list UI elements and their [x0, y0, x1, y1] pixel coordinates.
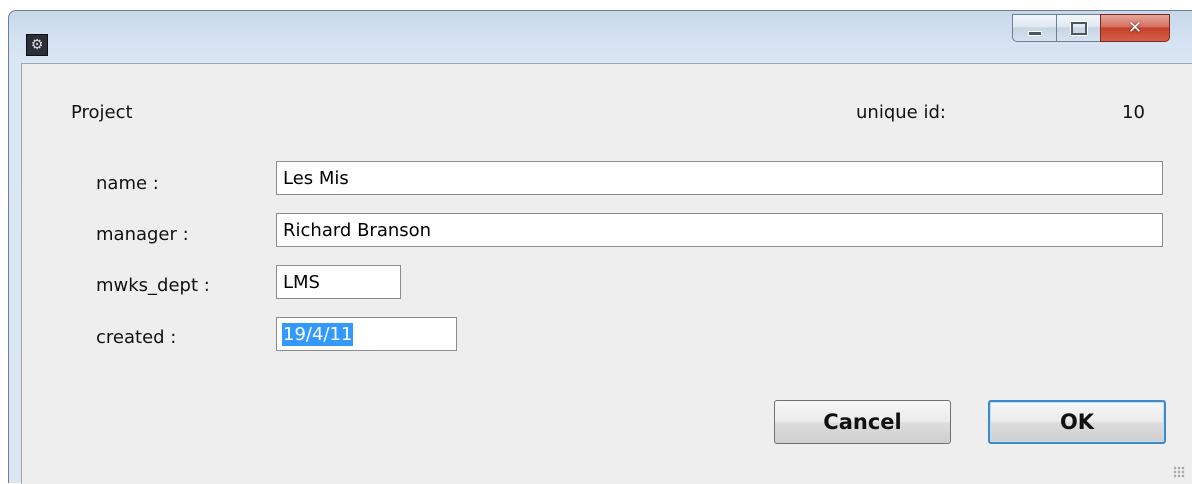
manager-label: manager :: [96, 224, 189, 245]
close-icon: ✕: [1127, 18, 1143, 38]
created-field[interactable]: 19/4/11: [276, 317, 457, 351]
maximize-icon: [1070, 21, 1087, 35]
resize-grip[interactable]: [1173, 466, 1185, 478]
created-label: created :: [96, 327, 177, 348]
dialog-content: Project unique id: 10 name : manager : m…: [21, 63, 1192, 484]
minimize-icon: [1027, 30, 1042, 36]
maximize-button[interactable]: [1056, 14, 1100, 42]
mwks-dept-field[interactable]: [276, 265, 401, 299]
cancel-button[interactable]: Cancel: [774, 400, 951, 444]
dialog-window: ⚙ ✕ Project unique id: 10 name : manager…: [8, 10, 1192, 484]
unique-id-value: 10: [1122, 102, 1145, 123]
manager-field[interactable]: [276, 213, 1163, 247]
name-label: name :: [96, 173, 159, 194]
mwks-dept-label: mwks_dept :: [96, 275, 210, 296]
close-button[interactable]: ✕: [1100, 14, 1170, 42]
minimize-button[interactable]: [1012, 14, 1056, 42]
form-heading: Project: [71, 102, 133, 123]
name-field[interactable]: [276, 161, 1163, 195]
window-controls: ✕: [1012, 14, 1170, 42]
created-selected-text: 19/4/11: [282, 323, 354, 346]
gear-icon: ⚙: [26, 34, 48, 56]
ok-button[interactable]: OK: [988, 400, 1166, 444]
title-bar[interactable]: ⚙ ✕: [9, 11, 1192, 63]
unique-id-label: unique id:: [856, 102, 946, 123]
